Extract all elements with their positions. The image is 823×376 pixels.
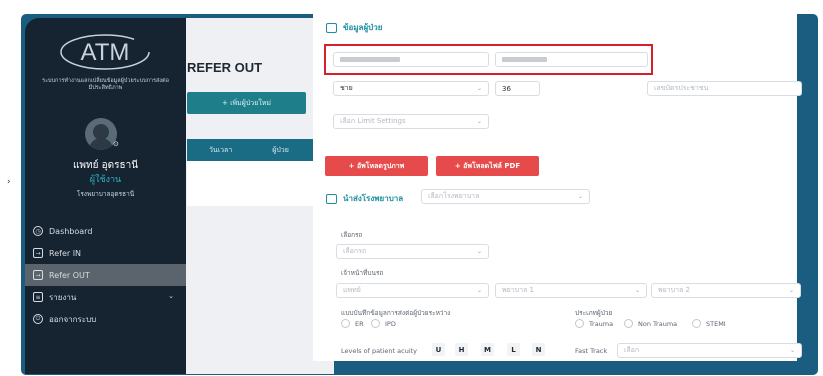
record-label: แบบบันทึกข้อมูลการส่งต่อผู้ป่วยระหว่าง [341,309,451,317]
sidebar: ATM ระบบการทำงานแลกเปลี่ยนข้อมูลผู้ป่วยร… [25,18,186,374]
vehicle-select[interactable]: เลือกรถ ⌄ [336,244,489,259]
hospital-card-icon [326,193,337,204]
fast-track-select[interactable]: เลือก ⌄ [617,343,802,358]
fast-track-label: Fast Track [575,347,608,355]
chevron-down-icon: ⌄ [476,287,482,294]
table-header: วันเวลา ผู้ป่วย [187,139,313,161]
radio-ipd[interactable]: IPD [371,319,396,328]
logo-text: ATM [81,39,130,66]
radio-trauma[interactable]: Trauma [575,319,613,328]
table-body [187,161,313,206]
sidebar-item-label: Refer OUT [49,270,90,280]
page-title: REFER OUT [187,60,263,75]
chevron-down-icon: ⌄ [789,347,795,354]
external-arrow-icon: › [7,177,11,187]
logout-icon: → [33,270,43,280]
limit-settings-select[interactable]: เลือก Limit Settings ⌄ [333,114,489,129]
hospital-select[interactable]: เลือกโรงพยาบาล ⌄ [421,189,590,204]
atm-logo: ATM [60,34,150,70]
radio-er[interactable]: ER [341,319,364,328]
id-card-field[interactable]: เลขบัตรประชาชน [647,81,802,96]
sidebar-item-dashboard[interactable]: ◷ Dashboard [25,220,186,242]
patient-section-title: ข้อมูลผู้ป่วย [326,21,382,34]
upload-pdf-button[interactable]: + อัพโหลดไฟล์ PDF [436,156,539,176]
hospital-name: โรงพยาบาลอุดรธานี [76,190,135,198]
chevron-down-icon: ⌄ [577,193,583,200]
clock-icon: ◷ [33,226,43,236]
nurse2-select[interactable]: พยาบาล 2 ⌄ [651,283,801,298]
sidebar-item-refer-in[interactable]: → Refer IN [25,242,186,264]
login-icon: → [33,248,43,258]
power-icon: ⏻ [33,314,43,324]
user-role: ผู้ใช้งาน [89,175,122,185]
acuity-label: Levels of patient acuity [341,347,418,355]
name-highlight-box [324,44,653,75]
sidebar-item-label: รายงาน [49,292,77,302]
chevron-down-icon: ⌄ [476,248,482,255]
acuity-l-button[interactable]: L [507,343,520,356]
camera-icon[interactable]: ⊙ [113,140,119,148]
nurse1-select[interactable]: พยาบาล 1 ⌄ [495,283,647,298]
acuity-n-button[interactable]: N [532,343,545,356]
age-field[interactable]: 36 [495,81,540,96]
hospital-section-title: นำส่งโรงพยาบาล [326,192,403,205]
patient-card-icon [326,22,337,33]
sidebar-item-logout[interactable]: ⏻ ออกจากระบบ [25,308,186,330]
doctor-name: แพทย์ อุดรธานี [72,160,139,171]
upload-image-button[interactable]: + อัพโหลดรูปภาพ [325,156,428,176]
patient-type-label: ประเภทผู้ป่วย [575,309,613,317]
chevron-down-icon: ⌄ [476,118,482,125]
doctor-select[interactable]: แพทย์ ⌄ [336,283,489,298]
system-name-line1: ระบบการทำงานแลกเปลี่ยนข้อมูลผู้ป่วยระบบก… [42,78,169,84]
vehicle-label: เลือกรถ [341,231,363,239]
sidebar-item-label: ออกจากระบบ [49,314,97,324]
sidebar-item-label: Dashboard [49,226,93,236]
sidebar-item-label: Refer IN [49,248,82,258]
radio-stemi[interactable]: STEMI [692,319,726,328]
radio-non-trauma[interactable]: Non Trauma [624,319,677,328]
system-name: ระบบการทำงานแลกเปลี่ยนข้อมูลผู้ป่วยระบบก… [25,78,186,92]
acuity-m-button[interactable]: M [481,343,494,356]
sidebar-nav: ◷ Dashboard → Refer IN → Refer OUT ≡ ราย… [25,220,186,330]
chevron-down-icon: ⌄ [168,292,174,300]
staff-label: เจ้าหน้าที่บนรถ [341,269,384,277]
chevron-down-icon: ⌄ [634,287,640,294]
acuity-h-button[interactable]: H [455,343,468,356]
chevron-down-icon: ⌄ [476,85,482,92]
gender-select[interactable]: ชาย ⌄ [333,81,489,96]
acuity-u-button[interactable]: U [432,343,445,356]
col-datetime: วันเวลา [209,145,233,154]
report-icon: ≡ [33,292,43,302]
sidebar-item-report[interactable]: ≡ รายงาน ⌄ [25,286,186,308]
system-name-line2: มีประสิทธิภาพ [88,85,123,91]
chevron-down-icon: ⌄ [788,287,794,294]
sidebar-item-refer-out[interactable]: → Refer OUT [25,264,186,286]
add-patient-button[interactable]: + เพิ่มผู้ป่วยใหม่ [187,92,306,114]
col-patient: ผู้ป่วย [272,145,289,154]
